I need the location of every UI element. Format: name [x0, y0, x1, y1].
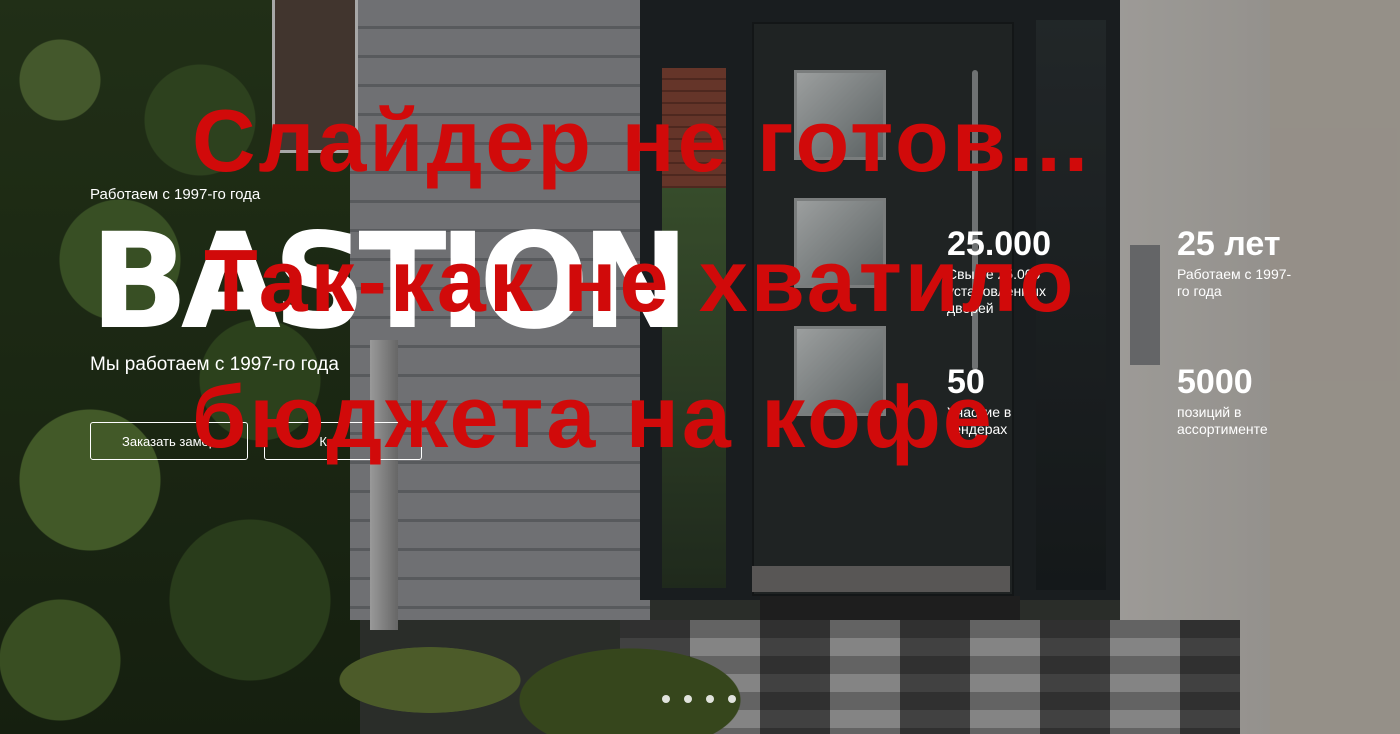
- stat-number: 5000: [1177, 363, 1253, 401]
- hero-slider: Работаем с 1997-го года BASTION Мы работ…: [0, 0, 1400, 734]
- slider-dot-2[interactable]: [684, 695, 692, 703]
- slider-dot-4[interactable]: [728, 695, 736, 703]
- stat-description: позиций в ассортименте: [1177, 404, 1268, 437]
- order-measurement-button[interactable]: Заказать замер: [90, 422, 248, 460]
- slider-pagination: [662, 695, 736, 703]
- stat-number: 25 лет: [1177, 225, 1281, 263]
- stat-description: Участие в тендерах: [947, 404, 1012, 437]
- brand-logo: BASTION: [90, 205, 689, 359]
- hero-subtitle: Мы работаем с 1997-го года: [90, 354, 339, 375]
- stat-years: 25 лет Работаем с 1997-го года: [1177, 226, 1297, 300]
- stat-installed-doors: 25.000 Свыше 25.000 установленных дверей: [947, 226, 1067, 317]
- slider-dot-1[interactable]: [662, 695, 670, 703]
- stat-number: 50: [947, 363, 985, 401]
- stat-assortment: 5000 позиций в ассортименте: [1177, 364, 1297, 438]
- stat-tenders: 50 Участие в тендерах: [947, 364, 1067, 438]
- since-label: Работаем с 1997-го года: [90, 186, 261, 203]
- stat-description: Свыше 25.000 установленных дверей: [947, 266, 1046, 316]
- stat-description: Работаем с 1997-го года: [1177, 266, 1292, 299]
- catalog-button[interactable]: Каталог: [264, 422, 422, 460]
- stat-number: 25.000: [947, 225, 1051, 263]
- slider-dot-3[interactable]: [706, 695, 714, 703]
